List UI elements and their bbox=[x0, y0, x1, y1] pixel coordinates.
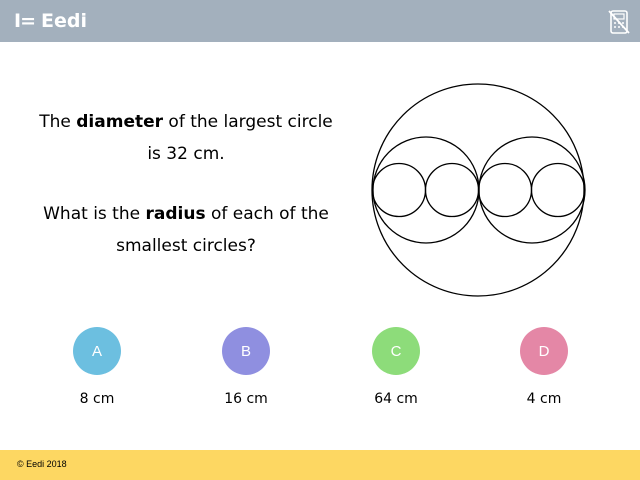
question-line-1: The diameter of the largest circle bbox=[39, 112, 333, 132]
option-d-answer: 4 cm bbox=[526, 391, 562, 407]
option-a-answer: 8 cm bbox=[79, 391, 115, 407]
question-line-2: is 32 cm. bbox=[147, 144, 225, 164]
copyright-text: © Eedi 2018 bbox=[17, 459, 67, 469]
option-d[interactable]: D 4 cm bbox=[494, 327, 594, 407]
calculator-crossed-icon[interactable] bbox=[607, 9, 631, 35]
small-circle-3 bbox=[477, 162, 533, 218]
option-c-bubble[interactable]: C bbox=[372, 327, 420, 375]
footer-bar: © Eedi 2018 bbox=[0, 450, 640, 480]
option-c-answer: 64 cm bbox=[374, 391, 418, 407]
nested-circles-diagram bbox=[371, 83, 586, 297]
header-bar: I= Eedi bbox=[0, 0, 640, 42]
question-line-4: smallest circles? bbox=[116, 236, 256, 256]
option-b[interactable]: B 16 cm bbox=[196, 327, 296, 407]
small-circle-4 bbox=[530, 162, 586, 218]
option-d-bubble[interactable]: D bbox=[520, 327, 568, 375]
small-circle-2 bbox=[424, 162, 480, 218]
diameter-emphasis: diameter bbox=[76, 112, 164, 132]
option-b-bubble[interactable]: B bbox=[222, 327, 270, 375]
question-line-3: What is the radius of each of the bbox=[43, 204, 329, 224]
option-a[interactable]: A 8 cm bbox=[47, 327, 147, 407]
option-a-bubble[interactable]: A bbox=[73, 327, 121, 375]
radius-emphasis: radius bbox=[145, 204, 206, 224]
eedi-logo[interactable]: I= Eedi bbox=[14, 9, 87, 33]
small-circle-1 bbox=[371, 162, 427, 218]
option-c[interactable]: C 64 cm bbox=[346, 327, 446, 407]
option-b-answer: 16 cm bbox=[224, 391, 268, 407]
question-text: The diameter of the largest circle is 32… bbox=[28, 106, 344, 262]
logo-text: Eedi bbox=[41, 10, 87, 32]
logo-mark: I= bbox=[14, 10, 36, 32]
